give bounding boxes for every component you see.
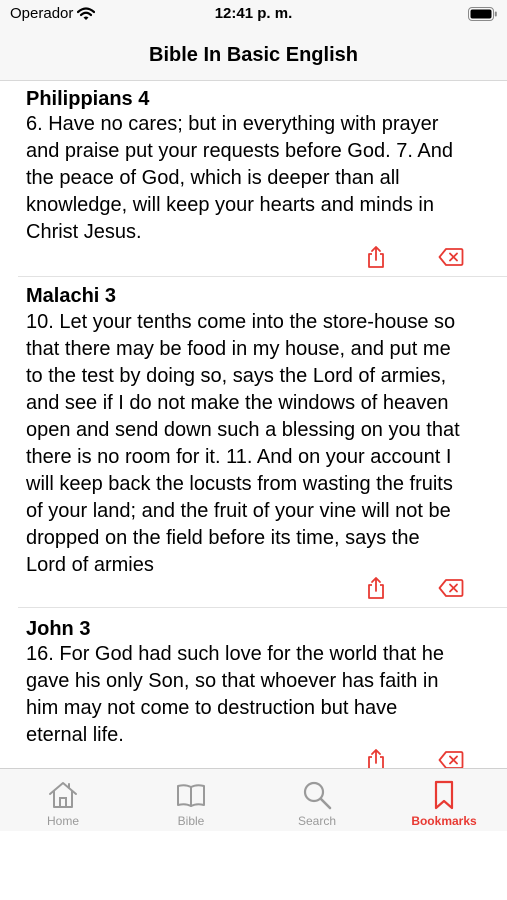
tab-home[interactable]: Home	[13, 769, 113, 831]
magnifier-icon	[303, 781, 332, 810]
share-icon	[368, 577, 384, 599]
verse-line: open and send down such a blessing on yo…	[26, 419, 460, 441]
share-icon	[368, 749, 384, 768]
battery-icon	[468, 7, 497, 21]
verse-line: the peace of God, which is deeper than a…	[26, 167, 400, 189]
verse-line: to the test by doing so, says the Lord o…	[26, 365, 447, 387]
bookmark-icon	[434, 780, 454, 810]
verse-line: of your land; and the fruit of your vine…	[26, 500, 451, 522]
bookmark-verse-text: 6. Have no cares; but in everything with…	[26, 111, 486, 246]
verse-line: and praise put your requests before God.…	[26, 140, 453, 162]
tab-label: Search	[297, 814, 337, 828]
tab-search[interactable]: Search	[267, 769, 367, 831]
status-bar: Operador 12:41 p. m.	[0, 0, 507, 30]
verse-line: will keep back the locusts from wasting …	[26, 473, 453, 495]
bookmark-verse-text: 16. For God had such love for the world …	[26, 641, 486, 749]
tab-label: Home	[46, 814, 79, 828]
tab-bar: Home Bible Search Bookmarks	[0, 768, 507, 831]
delete-backward-icon	[438, 248, 464, 266]
share-button[interactable]	[363, 244, 389, 270]
page-title: Bible In Basic English	[149, 43, 358, 66]
verse-line: there is no room for it. 11. And on your…	[26, 446, 452, 468]
navigation-bar: Bible In Basic English	[0, 30, 507, 81]
share-icon	[368, 246, 384, 268]
bookmark-verse-text: 10. Let your tenths come into the store-…	[26, 309, 486, 579]
delete-backward-icon	[438, 579, 464, 597]
bookmark-reference: Malachi 3	[26, 285, 117, 307]
tab-label: Bible	[177, 814, 205, 828]
bookmark-list[interactable]: Philippians 4 6. Have no cares; but in e…	[0, 81, 507, 768]
tab-label: Bookmarks	[411, 814, 477, 828]
share-button[interactable]	[363, 747, 389, 768]
bookmark-card-john-3: John 3 16. For God had such love for the…	[0, 608, 507, 768]
verse-line: that there may be food in my house, and …	[26, 338, 451, 360]
bookmark-card-philippians-4: Philippians 4 6. Have no cares; but in e…	[0, 81, 507, 277]
delete-bookmark-button[interactable]	[438, 747, 464, 768]
share-button[interactable]	[363, 575, 389, 601]
verse-line: gave his only Son, so that whoever has f…	[26, 670, 439, 692]
verse-line: Lord of armies	[26, 554, 154, 576]
book-icon	[177, 784, 205, 807]
verse-line: 10. Let your tenths come into the store-…	[26, 311, 456, 333]
delete-bookmark-button[interactable]	[438, 244, 464, 270]
tab-bookmarks[interactable]: Bookmarks	[394, 769, 494, 831]
tab-bible[interactable]: Bible	[141, 769, 241, 831]
status-time: 12:41 p. m.	[214, 5, 293, 22]
verse-line: eternal life.	[26, 724, 124, 746]
bookmark-reference: Philippians 4	[26, 88, 150, 110]
verse-line: dropped on the field before its time, sa…	[26, 527, 420, 549]
bookmark-card-malachi-3: Malachi 3 10. Let your tenths come into …	[0, 277, 507, 608]
bookmark-reference: John 3	[26, 618, 91, 640]
house-icon	[49, 782, 77, 808]
verse-line: 16. For God had such love for the world …	[26, 643, 445, 665]
verse-line: and see if I do not make the windows of …	[26, 392, 449, 414]
verse-line: knowledge, will keep your hearts and min…	[26, 194, 434, 216]
delete-backward-icon	[438, 751, 464, 768]
verse-line: Christ Jesus.	[26, 221, 142, 243]
delete-bookmark-button[interactable]	[438, 575, 464, 601]
verse-line: 6. Have no cares; but in everything with…	[26, 113, 439, 135]
verse-line: him may not come to destruction but have	[26, 697, 398, 719]
